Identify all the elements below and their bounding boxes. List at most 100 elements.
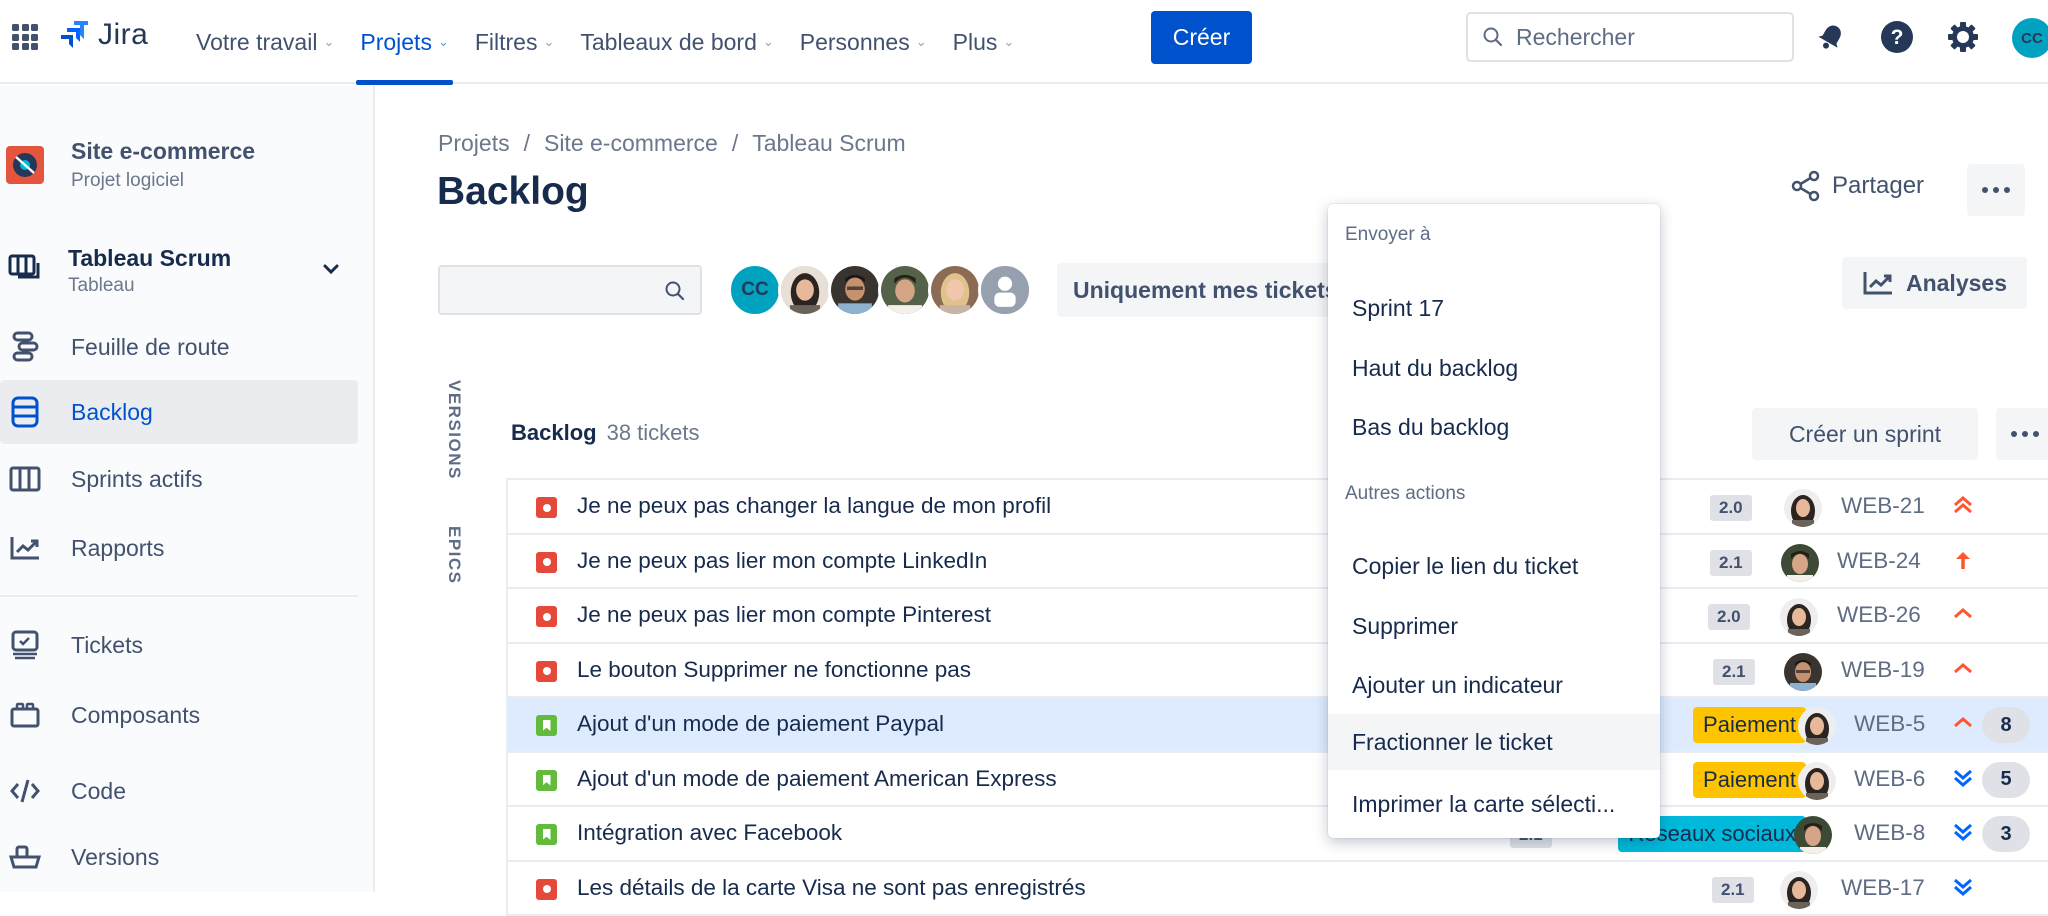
fix-version-badge: 2.1 — [1712, 877, 1754, 903]
global-search-input[interactable]: Rechercher — [1466, 12, 1794, 62]
avatar-filter-user[interactable] — [828, 263, 882, 317]
issue-key[interactable]: WEB-26 — [1837, 602, 1921, 628]
issue-key[interactable]: WEB-5 — [1854, 711, 1925, 737]
assignee-avatar[interactable] — [1780, 871, 1818, 909]
more-dot — [2011, 431, 2017, 437]
chevron-down-icon[interactable] — [322, 262, 340, 280]
menu-item-add-flag[interactable]: Ajouter un indicateur — [1328, 658, 1660, 712]
only-my-issues-filter-button[interactable]: Uniquement mes tickets — [1057, 263, 1337, 317]
assignee-avatar[interactable] — [1780, 598, 1818, 636]
avatar-filter-unassigned[interactable] — [978, 263, 1032, 317]
issue-summary[interactable]: Je ne peux pas changer la langue de mon … — [577, 493, 1051, 519]
issue-summary[interactable]: Je ne peux pas lier mon compte Pinterest — [577, 602, 991, 628]
issue-summary[interactable]: Les détails de la carte Visa ne sont pas… — [577, 875, 1086, 901]
create-sprint-button[interactable]: Créer un sprint — [1752, 408, 1978, 460]
assignee-avatar[interactable] — [1781, 544, 1819, 582]
priority-medium-high-icon — [1950, 601, 1976, 627]
menu-item-split-issue[interactable]: Fractionner le ticket — [1328, 714, 1660, 770]
nav-people[interactable]: Personnes⌄ — [800, 0, 927, 84]
sidebar-item-issues[interactable]: Tickets — [0, 613, 358, 677]
board-name[interactable]: Tableau Scrum — [68, 245, 231, 272]
issue-key[interactable]: WEB-8 — [1854, 820, 1925, 846]
issue-row[interactable]: Intégration avec FacebookRéseaux sociaux… — [508, 807, 2048, 862]
help-icon[interactable]: ? — [1878, 18, 1916, 56]
assignee-avatar[interactable] — [1794, 816, 1832, 854]
issue-row[interactable]: Ajout d'un mode de paiement American Exp… — [508, 753, 2048, 808]
issue-row[interactable]: Je ne peux pas changer la langue de mon … — [508, 480, 2048, 535]
sidebar-item-reports[interactable]: Rapports — [0, 516, 358, 580]
issue-key[interactable]: WEB-17 — [1841, 875, 1925, 901]
sidebar-item-label: Rapports — [71, 535, 164, 562]
epic-label[interactable]: Paiement — [1693, 762, 1806, 798]
share-label: Partager — [1832, 172, 1924, 200]
jira-logo[interactable]: Jira — [60, 18, 148, 52]
issue-key[interactable]: WEB-21 — [1841, 493, 1925, 519]
priority-medium-high-icon — [1950, 656, 1976, 682]
issue-summary[interactable]: Ajout d'un mode de paiement Paypal — [577, 711, 944, 737]
avatar-filter-user[interactable] — [778, 263, 832, 317]
issue-key[interactable]: WEB-24 — [1837, 548, 1921, 574]
issue-summary[interactable]: Ajout d'un mode de paiement American Exp… — [577, 766, 1057, 792]
assignee-avatar[interactable] — [1784, 653, 1822, 691]
issue-row[interactable]: Ajout d'un mode de paiement Paypal Paieme… — [508, 698, 2048, 753]
assignee-avatar[interactable] — [1798, 762, 1836, 800]
sidebar-item-releases[interactable]: Versions — [0, 825, 358, 889]
settings-gear-icon[interactable] — [1944, 18, 1982, 56]
nav-more[interactable]: Plus⌄ — [953, 0, 1015, 84]
user-avatar[interactable]: CC — [2012, 18, 2048, 58]
chevron-down-icon: ⌄ — [438, 34, 449, 50]
sidebar-item-active-sprints[interactable]: Sprints actifs — [0, 447, 358, 511]
versions-panel-tab[interactable]: VERSIONS — [444, 380, 464, 480]
breadcrumb-project[interactable]: Site e-commerce — [544, 130, 718, 157]
assignee-avatar[interactable] — [1798, 707, 1836, 745]
issue-summary[interactable]: Le bouton Supprimer ne fonctionne pas — [577, 657, 971, 683]
bug-type-icon — [536, 552, 557, 573]
menu-item-bottom-of-backlog[interactable]: Bas du backlog — [1328, 400, 1660, 454]
epic-label[interactable]: Paiement — [1693, 707, 1806, 743]
issue-key[interactable]: WEB-19 — [1841, 657, 1925, 683]
backlog-more-actions-button[interactable] — [1996, 408, 2048, 460]
reports-chart-icon — [8, 531, 42, 565]
issue-row[interactable]: Les détails de la carte Visa ne sont pas… — [508, 862, 2048, 916]
sidebar-item-code[interactable]: Code — [0, 759, 358, 823]
menu-item-top-of-backlog[interactable]: Haut du backlog — [1328, 341, 1660, 395]
sidebar-item-roadmap[interactable]: Feuille de route — [0, 315, 358, 379]
notifications-bell-icon[interactable] — [1812, 18, 1850, 56]
menu-item-print-card[interactable]: Imprimer la carte sélecti... — [1328, 777, 1660, 831]
issue-key[interactable]: WEB-6 — [1854, 766, 1925, 792]
nav-label: Plus — [953, 29, 998, 56]
menu-item-sprint-17[interactable]: Sprint 17 — [1328, 281, 1660, 335]
sidebar-item-components[interactable]: Composants — [0, 683, 358, 747]
insights-button[interactable]: Analyses — [1842, 257, 2027, 309]
story-type-icon — [536, 824, 557, 845]
breadcrumb-projects[interactable]: Projets — [438, 130, 510, 157]
menu-item-copy-issue-link[interactable]: Copier le lien du ticket — [1328, 539, 1660, 593]
avatar-filter-user[interactable] — [878, 263, 932, 317]
backlog-search-input[interactable] — [438, 265, 702, 315]
assignee-avatar[interactable] — [1784, 489, 1822, 527]
share-button[interactable]: Partager — [1790, 170, 1924, 202]
issue-summary[interactable]: Intégration avec Facebook — [577, 820, 842, 846]
components-icon — [8, 698, 42, 732]
menu-item-delete[interactable]: Supprimer — [1328, 599, 1660, 653]
nav-dashboards[interactable]: Tableaux de bord⌄ — [580, 0, 773, 84]
sidebar-item-label: Backlog — [71, 399, 153, 426]
sidebar-item-label: Composants — [71, 702, 200, 729]
issue-row[interactable]: Le bouton Supprimer ne fonctionne pas2.1… — [508, 644, 2048, 699]
issue-summary[interactable]: Je ne peux pas lier mon compte LinkedIn — [577, 548, 987, 574]
app-switcher-icon[interactable] — [12, 24, 38, 50]
avatar-filter-cc[interactable]: CC — [728, 263, 782, 317]
issue-row[interactable]: Je ne peux pas lier mon compte LinkedIn2… — [508, 535, 2048, 590]
avatar-filter-user[interactable] — [928, 263, 982, 317]
sidebar-item-backlog[interactable]: Backlog — [0, 380, 358, 444]
nav-projects[interactable]: Projets⌄ — [360, 0, 449, 84]
create-button[interactable]: Créer — [1151, 11, 1252, 64]
project-name[interactable]: Site e-commerce — [71, 138, 255, 165]
nav-filters[interactable]: Filtres⌄ — [475, 0, 555, 84]
nav-your-work[interactable]: Votre travail⌄ — [196, 0, 334, 84]
breadcrumb-board[interactable]: Tableau Scrum — [752, 130, 905, 157]
issue-row[interactable]: Je ne peux pas lier mon compte Pinterest… — [508, 589, 2048, 644]
epics-panel-tab[interactable]: EPICS — [444, 526, 464, 585]
bug-type-icon — [536, 661, 557, 682]
page-more-actions-button[interactable] — [1967, 164, 2025, 216]
